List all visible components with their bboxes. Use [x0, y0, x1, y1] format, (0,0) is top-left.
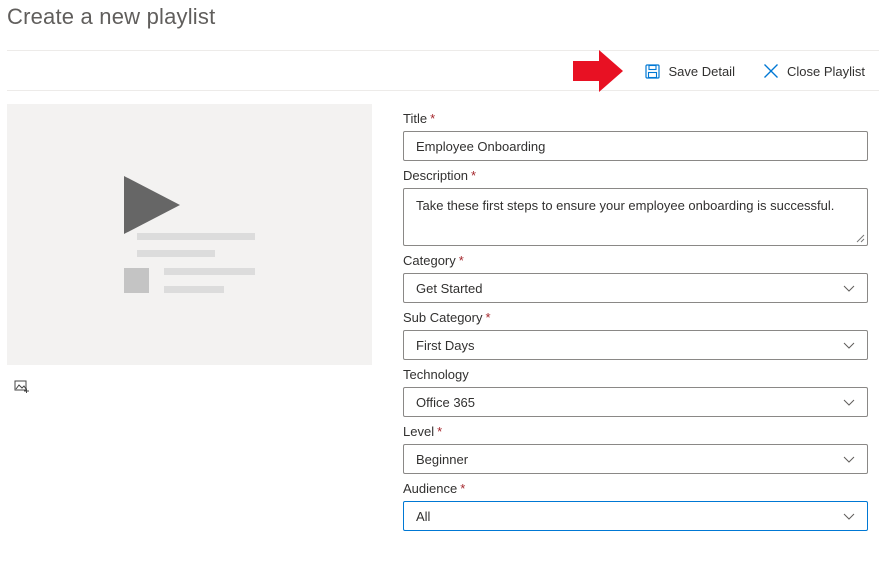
sub-category-label: Sub Category * — [403, 310, 491, 325]
sub-category-value: First Days — [416, 337, 475, 353]
description-textarea[interactable]: Take these first steps to ensure your em… — [403, 188, 868, 246]
audience-dropdown[interactable]: All — [403, 501, 868, 531]
close-playlist-button[interactable]: Close Playlist — [763, 63, 865, 79]
technology-dropdown[interactable]: Office 365 — [403, 387, 868, 417]
level-dropdown[interactable]: Beginner — [403, 444, 868, 474]
level-value: Beginner — [416, 451, 469, 467]
required-marker: * — [458, 253, 464, 268]
command-bar: Save Detail Close Playlist — [645, 56, 865, 86]
category-value: Get Started — [416, 280, 483, 296]
level-label: Level * — [403, 424, 443, 439]
change-image-button[interactable] — [14, 379, 30, 396]
chevron-down-icon — [843, 399, 855, 406]
resize-grip-icon[interactable] — [856, 234, 865, 243]
close-playlist-label: Close Playlist — [786, 63, 865, 79]
required-marker: * — [437, 424, 443, 439]
required-marker: * — [485, 310, 491, 325]
title-label: Title * — [403, 111, 436, 126]
chevron-down-icon — [843, 285, 855, 292]
save-detail-button[interactable]: Save Detail — [645, 63, 735, 79]
playlist-thumbnail — [7, 104, 372, 365]
save-detail-label: Save Detail — [668, 63, 735, 79]
title-value: Employee Onboarding — [416, 138, 546, 154]
page-title: Create a new playlist — [7, 4, 216, 29]
title-input[interactable]: Employee Onboarding — [403, 131, 868, 161]
playlist-form: Title * Employee Onboarding Description * … — [403, 104, 868, 531]
category-dropdown[interactable]: Get Started — [403, 273, 868, 303]
save-icon — [645, 63, 661, 79]
video-placeholder-icon — [124, 176, 255, 293]
required-marker: * — [471, 168, 477, 183]
image-edit-icon — [14, 380, 30, 396]
audience-label: Audience * — [403, 481, 466, 496]
chevron-down-icon — [843, 513, 855, 520]
description-value: Take these first steps to ensure your em… — [416, 198, 835, 213]
header-divider — [7, 50, 879, 51]
red-arrow-annotation — [573, 50, 623, 92]
technology-value: Office 365 — [416, 394, 476, 410]
description-label: Description * — [403, 168, 477, 183]
category-label: Category * — [403, 253, 464, 268]
chevron-down-icon — [843, 342, 855, 349]
chevron-down-icon — [843, 456, 855, 463]
required-marker: * — [460, 481, 466, 496]
sub-category-dropdown[interactable]: First Days — [403, 330, 868, 360]
technology-label: Technology — [403, 367, 469, 382]
close-icon — [763, 63, 779, 79]
required-marker: * — [430, 111, 436, 126]
toolbar-divider — [7, 90, 879, 91]
audience-value: All — [416, 508, 431, 524]
